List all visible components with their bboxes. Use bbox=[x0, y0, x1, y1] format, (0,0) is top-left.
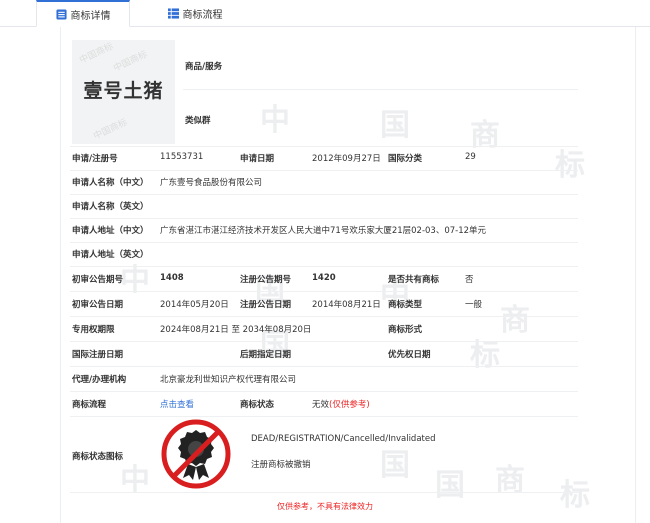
priority-date-label: 优先权日期 bbox=[388, 350, 431, 360]
prelim-no-value: 1408 bbox=[160, 273, 184, 283]
intl-reg-date-label: 国际注册日期 bbox=[72, 350, 124, 360]
status-cn: 注册商标被撤销 bbox=[251, 460, 311, 470]
disclaimer: 仅供参考，不具有法律效力 bbox=[277, 502, 373, 511]
divider bbox=[70, 266, 578, 267]
agent-value: 北京豪龙利世知识产权代理有限公司 bbox=[160, 375, 297, 385]
tab-trademark-detail[interactable]: 商标详情 bbox=[36, 0, 130, 27]
reg-notice-no-label: 注册公告期号 bbox=[240, 275, 292, 285]
applicant-cn-label: 申请人名称（中文） bbox=[72, 178, 149, 188]
address-cn-label: 申请人地址（中文） bbox=[72, 226, 149, 236]
status-text: 无效 bbox=[312, 400, 330, 410]
tm-form-label: 商标形式 bbox=[388, 325, 423, 335]
divider bbox=[70, 170, 578, 171]
status-en: DEAD/REGISTRATION/Cancelled/Invalidated bbox=[251, 434, 436, 444]
tm-type-label: 商标类型 bbox=[388, 300, 423, 310]
divider bbox=[70, 366, 578, 367]
address-en-label: 申请人地址（英文） bbox=[72, 250, 149, 260]
trademark-logo-text: 壹号土猪 bbox=[83, 80, 164, 102]
prelim-date-value: 2014年05月20日 bbox=[160, 300, 229, 310]
reg-notice-date-label: 注册公告日期 bbox=[240, 300, 292, 310]
status-icon-label: 商标状态图标 bbox=[72, 452, 124, 462]
prelim-no-label: 初审公告期号 bbox=[72, 275, 124, 285]
goods-services-label: 商品/服务 bbox=[185, 62, 223, 72]
divider bbox=[183, 89, 578, 90]
intl-class-label: 国际分类 bbox=[388, 154, 423, 164]
watermark: 中国商标 bbox=[78, 41, 116, 67]
divider bbox=[70, 146, 578, 147]
tab-label: 商标流程 bbox=[182, 9, 223, 21]
apply-date-label: 申请日期 bbox=[240, 154, 275, 164]
exclusive-value: 2024年08月21日 至 2034年08月20日 bbox=[160, 325, 312, 335]
tab-label: 商标详情 bbox=[70, 10, 111, 22]
list-icon bbox=[55, 8, 67, 20]
reg-no-label: 申请/注册号 bbox=[72, 154, 118, 164]
divider bbox=[70, 416, 578, 417]
status-note: (仅供参考) bbox=[329, 400, 370, 410]
divider bbox=[70, 194, 578, 195]
trademark-image: 中国商标 中国商标 中国商标 壹号土猪 bbox=[72, 40, 175, 144]
apply-date-value: 2012年09月27日 bbox=[312, 154, 381, 164]
watermark: 中国商标 bbox=[112, 49, 150, 75]
view-process-link[interactable]: 点击查看 bbox=[160, 398, 194, 410]
tab-bar: 商标详情 商标流程 bbox=[0, 0, 650, 27]
flow-icon bbox=[167, 7, 179, 19]
reg-no-value: 11553731 bbox=[160, 152, 204, 162]
applicant-cn-value: 广东壹号食品股份有限公司 bbox=[160, 178, 263, 188]
divider bbox=[70, 316, 578, 317]
divider bbox=[70, 218, 578, 219]
watermark: 中国商标 bbox=[92, 117, 130, 143]
applicant-en-label: 申请人名称（英文） bbox=[72, 202, 149, 212]
status-value: 无效(仅供参考) bbox=[312, 398, 370, 410]
agent-label: 代理/办理机构 bbox=[72, 375, 127, 385]
later-date-label: 后期指定日期 bbox=[240, 350, 292, 360]
address-cn-value: 广东省湛江市湛江经济技术开发区人民大道中71号欢乐家大厦21层02-03、07-… bbox=[160, 226, 487, 236]
divider bbox=[70, 492, 578, 493]
shared-value: 否 bbox=[465, 275, 474, 285]
divider bbox=[70, 341, 578, 342]
reg-notice-date-value: 2014年08月21日 bbox=[312, 300, 381, 310]
divider bbox=[70, 291, 578, 292]
tab-trademark-flow[interactable]: 商标流程 bbox=[150, 0, 240, 26]
tm-type-value: 一般 bbox=[465, 300, 483, 310]
status-label: 商标状态 bbox=[240, 400, 275, 410]
process-label: 商标流程 bbox=[72, 400, 107, 410]
intl-class-value: 29 bbox=[465, 152, 476, 162]
reg-notice-no-value: 1420 bbox=[312, 273, 336, 283]
divider bbox=[70, 242, 578, 243]
exclusive-label: 专用权期限 bbox=[72, 325, 115, 335]
invalid-status-icon bbox=[161, 419, 231, 489]
shared-label: 是否共有商标 bbox=[388, 275, 440, 285]
similar-group-label: 类似群 bbox=[185, 116, 211, 126]
prelim-date-label: 初审公告日期 bbox=[72, 300, 124, 310]
divider bbox=[70, 391, 578, 392]
